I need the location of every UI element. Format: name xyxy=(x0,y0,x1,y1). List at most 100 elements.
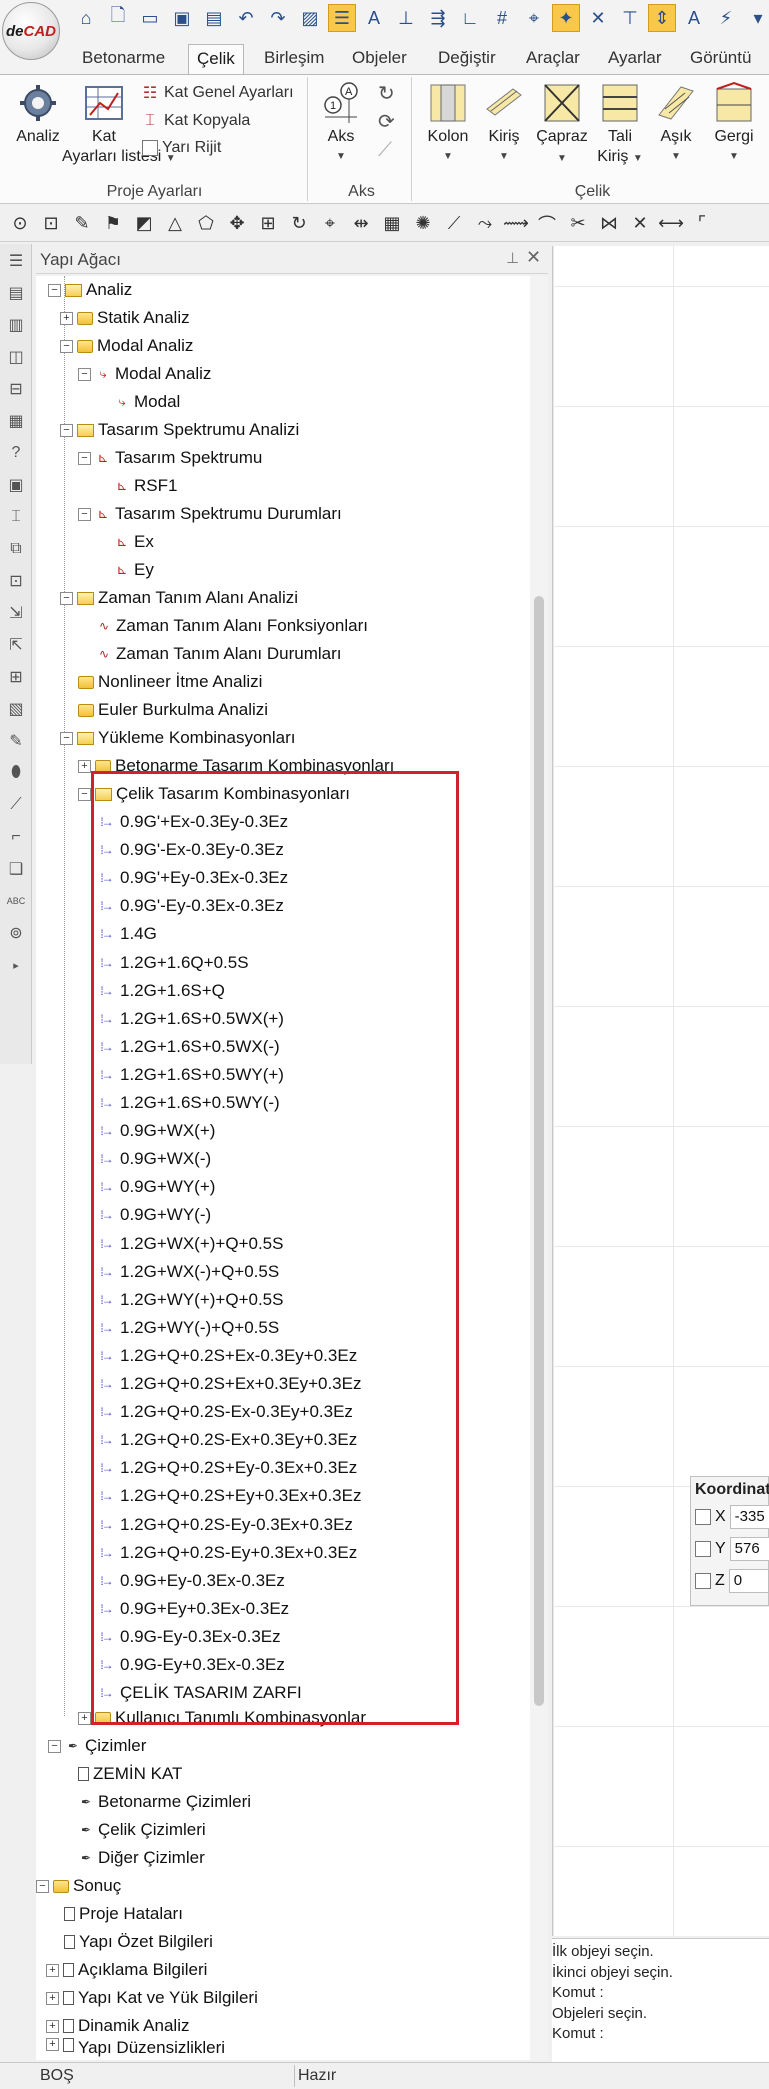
tree-node-modal-analiz[interactable]: − ⤷ Modal Analiz xyxy=(78,360,211,388)
fillet-icon[interactable]: ⌒ xyxy=(533,210,561,238)
drawing-canvas[interactable] xyxy=(552,246,769,1936)
tab-objeler[interactable]: Objeler xyxy=(344,44,415,74)
join-icon[interactable]: ⋈ xyxy=(595,210,623,238)
redo-icon[interactable]: ↷ xyxy=(264,4,292,32)
tree-node-dinamik-analiz[interactable]: + Dinamik Analiz xyxy=(46,2012,190,2040)
combination-item[interactable]: ⁞→ 1.2G+WX(+)+Q+0.5S xyxy=(96,1230,283,1258)
combination-item[interactable]: ⁞→ 1.2G+Q+0.2S-Ex-0.3Ey+0.3Ez xyxy=(96,1398,353,1426)
combination-item[interactable]: ⁞→ 1.2G+1.6S+0.5WX(+) xyxy=(96,1005,284,1033)
highlight-tool-icon[interactable]: ⇕ xyxy=(648,4,676,32)
combination-item[interactable]: ⁞→ 1.2G+Q+0.2S+Ex-0.3Ey+0.3Ez xyxy=(96,1342,357,1370)
tree-node-zemin-kat[interactable]: ZEMİN KAT xyxy=(78,1760,182,1788)
chevron-down-icon[interactable]: ▾ xyxy=(744,4,769,32)
combination-item[interactable]: ⁞→ 1.2G+1.6S+Q xyxy=(96,977,225,1005)
grid-edit-icon[interactable]: ▧ xyxy=(2,694,30,724)
corner-icon[interactable]: ⌜ xyxy=(688,210,716,238)
snap-icon[interactable]: ⌖ xyxy=(520,4,548,32)
z-lock-checkbox[interactable] xyxy=(695,1573,711,1589)
flag-icon[interactable]: ⚑ xyxy=(99,210,127,238)
undo-icon[interactable]: ↶ xyxy=(232,4,260,32)
tab-celik[interactable]: Çelik xyxy=(188,44,244,74)
grid-icon[interactable]: # xyxy=(488,4,516,32)
tree-node-yukleme-kombinasyonlari[interactable]: − Yükleme Kombinasyonları xyxy=(60,724,295,752)
open-folder-icon[interactable]: ▭ xyxy=(136,4,164,32)
text-style-icon[interactable]: A xyxy=(680,4,708,32)
kolon-button[interactable]: Kolon ▼ xyxy=(420,81,476,167)
collapse-toggle[interactable]: − xyxy=(48,1739,61,1753)
yari-rijit-checkbox[interactable]: Yarı Rijit xyxy=(142,139,221,157)
book-icon[interactable]: ❑ xyxy=(2,854,30,884)
steel-profile-icon[interactable]: ⌶ xyxy=(2,502,30,532)
tree-node-yapi-ozet-bilgileri[interactable]: Yapı Özet Bilgileri xyxy=(64,1928,213,1956)
tree-node-ex[interactable]: ⊾ Ex xyxy=(114,528,154,556)
tree-node-tasarim-spektrumu-analizi[interactable]: − Tasarım Spektrumu Analizi xyxy=(60,416,299,444)
tree-node-celik-tasarim-kombinasyonlari[interactable]: − Çelik Tasarım Kombinasyonları xyxy=(78,780,350,808)
combination-item[interactable]: ⁞→ 0.9G+WX(-) xyxy=(96,1145,211,1173)
slope-icon[interactable]: ⟋ xyxy=(2,790,30,820)
collapse-toggle[interactable]: − xyxy=(78,507,91,521)
expand-toggle[interactable]: + xyxy=(60,311,73,325)
combination-item[interactable]: ⁞→ 1.4G xyxy=(96,920,157,948)
area-icon[interactable]: ◩ xyxy=(130,210,158,238)
array-icon[interactable]: ▦ xyxy=(378,210,406,238)
x-lock-checkbox[interactable] xyxy=(695,1509,711,1525)
lightning-icon[interactable]: ⚡ xyxy=(712,4,740,32)
combination-item[interactable]: ⁞→ 1.2G+1.6S+0.5WY(-) xyxy=(96,1089,279,1117)
combination-item[interactable]: ⁞→ 0.9G'+Ey-0.3Ex-0.3Ez xyxy=(96,864,288,892)
move-icon[interactable]: ✥ xyxy=(223,210,251,238)
combination-item[interactable]: ⁞→ 0.9G+WY(-) xyxy=(96,1201,211,1229)
tree-node-zaman-tanim-alani-durumlari[interactable]: ∿ Zaman Tanım Alanı Durumları xyxy=(96,640,342,668)
rotate-icon[interactable]: ↻ xyxy=(285,210,313,238)
expand-toggle[interactable]: + xyxy=(78,759,91,773)
tali-kiris-button[interactable]: Tali Kiriş ▼ xyxy=(592,81,648,169)
x-value-field[interactable]: -335 xyxy=(729,1505,769,1529)
table-icon[interactable]: ▦ xyxy=(2,406,30,436)
combination-item[interactable]: ⁞→ 1.2G+Q+0.2S+Ex+0.3Ey+0.3Ez xyxy=(96,1370,361,1398)
zoom-window-icon[interactable]: ⊙ xyxy=(6,210,34,238)
triangle-icon[interactable]: △ xyxy=(161,210,189,238)
app-logo[interactable]: deCAD xyxy=(2,2,60,60)
lock-icon[interactable]: ⊡ xyxy=(2,566,30,596)
tab-birlesim[interactable]: Birleşim xyxy=(256,44,332,74)
zoom-extents-icon[interactable]: ⊡ xyxy=(37,210,65,238)
save-all-icon[interactable]: ▤ xyxy=(200,4,228,32)
trim-icon[interactable]: ⟋ xyxy=(440,210,468,238)
tree-node-betonarme-cizimleri[interactable]: ✒ Betonarme Çizimleri xyxy=(78,1788,251,1816)
tab-goruntu[interactable]: Görüntü xyxy=(682,44,759,74)
tree-node-modal[interactable]: ⤷ Modal xyxy=(114,388,180,416)
tab-degistir[interactable]: Değiştir xyxy=(430,44,504,74)
combination-item[interactable]: ⁞→ 1.2G+1.6S+0.5WX(-) xyxy=(96,1033,279,1061)
combination-item[interactable]: ⁞→ 0.9G+Ey-0.3Ex-0.3Ez xyxy=(96,1567,285,1595)
aks-button[interactable]: A1 Aks ▼ xyxy=(316,81,366,167)
tree-node-rsf1[interactable]: ⊾ RSF1 xyxy=(114,472,178,500)
combination-item[interactable]: ⁞→ 1.2G+Q+0.2S-Ex+0.3Ey+0.3Ez xyxy=(96,1426,357,1454)
collapse-toggle[interactable]: − xyxy=(78,451,91,465)
stair-icon[interactable]: ⌐ xyxy=(2,822,30,852)
stretch-icon[interactable]: ⟷ xyxy=(657,210,685,238)
tree-node-analiz[interactable]: − Analiz xyxy=(48,276,132,304)
help-icon[interactable]: ? xyxy=(2,438,30,468)
tree-node-yapi-kat-yuk-bilgileri[interactable]: + Yapı Kat ve Yük Bilgileri xyxy=(46,1984,258,2012)
expand-toggle[interactable]: + xyxy=(46,2038,59,2051)
polygon-icon[interactable]: ⬠ xyxy=(192,210,220,238)
break-icon[interactable]: ✂ xyxy=(564,210,592,238)
y-lock-checkbox[interactable] xyxy=(695,1541,711,1557)
tree-node-zaman-tanim-alani-fonksiyonlari[interactable]: ∿ Zaman Tanım Alanı Fonksiyonları xyxy=(96,612,368,640)
network-icon[interactable]: ⊞ xyxy=(2,662,30,692)
z-value-field[interactable]: 0 cm xyxy=(728,1569,769,1593)
close-icon[interactable]: ✕ xyxy=(526,247,541,268)
combination-item[interactable]: ⁞→ 0.9G-Ey-0.3Ex-0.3Ez xyxy=(96,1623,280,1651)
combination-item[interactable]: ⁞→ 0.9G'-Ex-0.3Ey-0.3Ez xyxy=(96,836,284,864)
rotate-icon[interactable]: ↻ xyxy=(378,81,395,106)
save-icon[interactable]: ▣ xyxy=(168,4,196,32)
ortho-icon[interactable]: ✦ xyxy=(552,4,580,32)
line-cross-icon[interactable]: ✕ xyxy=(584,4,612,32)
cross-icon[interactable]: ✕ xyxy=(626,210,654,238)
scrollbar-thumb[interactable] xyxy=(534,596,544,1706)
tree-node-sonuc[interactable]: − Sonuç xyxy=(36,1872,121,1900)
dimension-icon[interactable]: ⊥ xyxy=(392,4,420,32)
combination-item[interactable]: ⁞→ 1.2G+1.6Q+0.5S xyxy=(96,949,248,977)
expand-toggle[interactable]: + xyxy=(46,1991,59,2005)
import-icon[interactable]: ⇱ xyxy=(2,630,30,660)
tree-node-zaman-tanim-alani-analizi[interactable]: − Zaman Tanım Alanı Analizi xyxy=(60,584,298,612)
